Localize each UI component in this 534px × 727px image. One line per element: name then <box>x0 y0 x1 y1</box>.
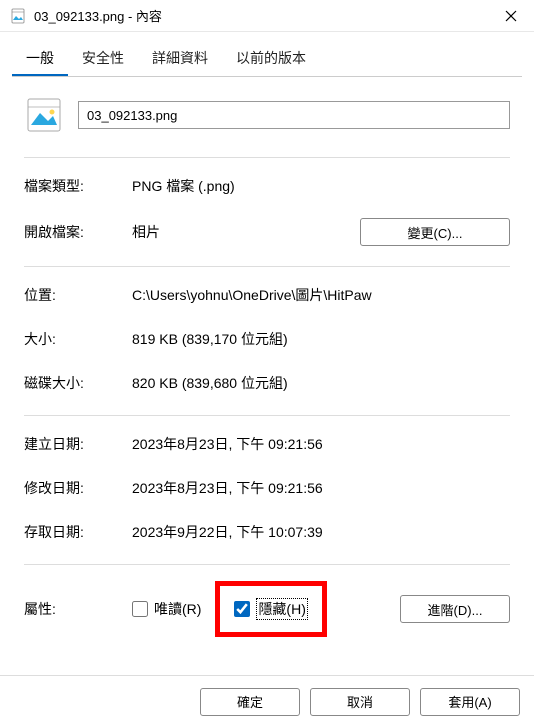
readonly-label: 唯讀(R) <box>154 599 201 619</box>
advanced-button[interactable]: 進階(D)... <box>400 595 510 623</box>
row-filetype: 檔案類型: PNG 檔案 (.png) <box>24 174 510 198</box>
titlebar: 03_092133.png - 內容 <box>0 0 534 32</box>
change-button[interactable]: 變更(C)... <box>360 218 510 246</box>
tab-security[interactable]: 安全性 <box>68 42 138 76</box>
cancel-button[interactable]: 取消 <box>310 688 410 716</box>
row-size: 大小: 819 KB (839,170 位元組) <box>24 327 510 351</box>
divider <box>24 564 510 565</box>
value-location: C:\Users\yohnu\OneDrive\圖片\HitPaw <box>132 285 510 305</box>
highlight-box: 隱藏(H) <box>215 581 326 637</box>
value-accessed: 2023年9月22日, 下午 10:07:39 <box>132 522 510 542</box>
tab-general[interactable]: 一般 <box>12 42 68 76</box>
value-modified: 2023年8月23日, 下午 09:21:56 <box>132 478 510 498</box>
divider <box>24 157 510 158</box>
file-image-icon <box>10 8 26 24</box>
row-size-on-disk: 磁碟大小: 820 KB (839,680 位元組) <box>24 371 510 395</box>
file-header <box>24 95 510 135</box>
tab-details[interactable]: 詳細資料 <box>138 42 222 76</box>
row-attributes: 屬性: 唯讀(R) 隱藏(H) 進階(D)... <box>24 581 510 637</box>
tab-panel-general: 檔案類型: PNG 檔案 (.png) 開啟檔案: 相片 變更(C)... 位置… <box>12 77 522 637</box>
tabs: 一般 安全性 詳細資料 以前的版本 <box>12 42 522 77</box>
filename-input[interactable] <box>78 101 510 129</box>
hidden-label: 隱藏(H) <box>256 598 307 620</box>
divider <box>24 266 510 267</box>
label-attributes: 屬性: <box>24 599 132 619</box>
value-size: 819 KB (839,170 位元組) <box>132 329 510 349</box>
close-icon <box>505 10 517 22</box>
value-size-on-disk: 820 KB (839,680 位元組) <box>132 373 510 393</box>
value-filetype: PNG 檔案 (.png) <box>132 176 510 196</box>
label-modified: 修改日期: <box>24 478 132 498</box>
tab-previous-versions[interactable]: 以前的版本 <box>222 42 320 76</box>
row-created: 建立日期: 2023年8月23日, 下午 09:21:56 <box>24 432 510 456</box>
window-title: 03_092133.png - 內容 <box>34 6 488 25</box>
dialog-footer: 確定 取消 套用(A) <box>0 675 534 727</box>
label-size-on-disk: 磁碟大小: <box>24 373 132 393</box>
hidden-checkbox-wrap[interactable]: 隱藏(H) <box>234 598 307 620</box>
ok-button[interactable]: 確定 <box>200 688 300 716</box>
value-created: 2023年8月23日, 下午 09:21:56 <box>132 434 510 454</box>
label-accessed: 存取日期: <box>24 522 132 542</box>
row-location: 位置: C:\Users\yohnu\OneDrive\圖片\HitPaw <box>24 283 510 307</box>
value-openswith: 相片 <box>132 222 360 242</box>
row-openswith: 開啟檔案: 相片 變更(C)... <box>24 218 510 246</box>
row-modified: 修改日期: 2023年8月23日, 下午 09:21:56 <box>24 476 510 500</box>
hidden-checkbox[interactable] <box>234 601 250 617</box>
label-size: 大小: <box>24 329 132 349</box>
file-thumbnail-icon <box>24 95 64 135</box>
row-accessed: 存取日期: 2023年9月22日, 下午 10:07:39 <box>24 520 510 544</box>
label-filetype: 檔案類型: <box>24 176 132 196</box>
divider <box>24 415 510 416</box>
apply-button[interactable]: 套用(A) <box>420 688 520 716</box>
readonly-checkbox-wrap[interactable]: 唯讀(R) <box>132 599 201 619</box>
label-location: 位置: <box>24 285 132 305</box>
readonly-checkbox[interactable] <box>132 601 148 617</box>
label-openswith: 開啟檔案: <box>24 222 132 242</box>
content-area: 一般 安全性 詳細資料 以前的版本 檔案類型: PNG 檔案 (.png) 開啟… <box>0 32 534 637</box>
close-button[interactable] <box>488 0 534 32</box>
label-created: 建立日期: <box>24 434 132 454</box>
